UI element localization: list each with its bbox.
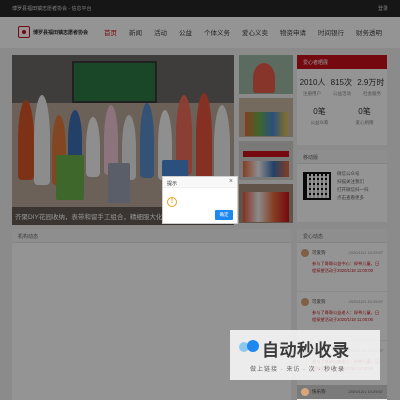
- watermark: 自动秒收录 做上链接 · 来访 · 次 · 秒收录: [230, 330, 380, 380]
- warning-icon: !: [167, 197, 177, 207]
- alert-dialog: 提示 × ! 确定: [162, 176, 238, 224]
- watermark-subtitle: 做上链接 · 来访 · 次 · 秒收录: [250, 367, 345, 373]
- watermark-logo-icon: [239, 340, 259, 352]
- close-icon[interactable]: ×: [229, 178, 233, 185]
- feed-user: 快乐狗: [312, 389, 326, 394]
- avatar: [301, 388, 309, 396]
- feed-time: 2020/12/1 10:29:57: [348, 389, 383, 394]
- dialog-title: 提示: [163, 177, 237, 188]
- feed-item: 快乐狗 2020/12/1 10:29:57: [297, 385, 387, 400]
- watermark-title: 自动秒收录: [262, 341, 350, 360]
- confirm-button[interactable]: 确定: [215, 210, 233, 220]
